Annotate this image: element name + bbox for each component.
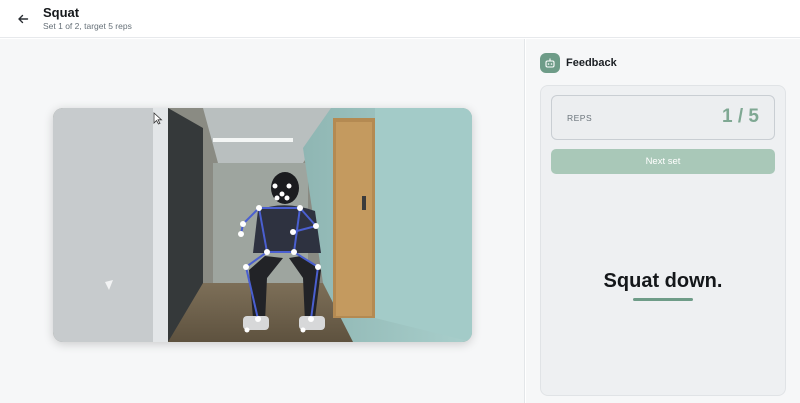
video-pane [0, 39, 525, 403]
reps-counter: REPS 1 / 5 [551, 95, 775, 140]
feedback-pane: Feedback REPS 1 / 5 Next set Squat down. [526, 39, 800, 403]
mouse-cursor-icon [153, 112, 163, 125]
feedback-panel: REPS 1 / 5 Next set Squat down. [540, 85, 786, 396]
camera-feed [53, 108, 472, 342]
coaching-cue: Squat down. [603, 270, 723, 292]
arrow-left-icon [18, 14, 29, 24]
reps-value: 1 / 5 [722, 106, 759, 127]
reps-label: REPS [567, 113, 593, 123]
page-title: Squat [43, 5, 80, 20]
next-set-button[interactable]: Next set [551, 149, 775, 174]
feedback-title: Feedback [566, 57, 617, 69]
page-subtitle: Set 1 of 2, target 5 reps [43, 21, 132, 31]
top-header: Squat Set 1 of 2, target 5 reps [0, 0, 800, 38]
robot-icon [540, 53, 560, 73]
cue-underline [633, 298, 693, 301]
pose-overlay-image [53, 108, 472, 342]
back-button[interactable] [13, 9, 33, 29]
